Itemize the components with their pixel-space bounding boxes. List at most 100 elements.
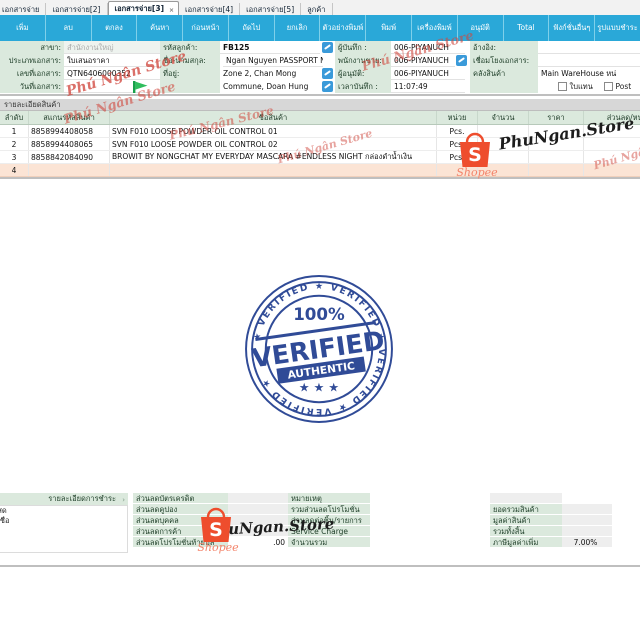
toolbar-print-button[interactable]: พิมพ์ (366, 15, 413, 41)
cell-discount[interactable] (583, 163, 640, 177)
col-header-no[interactable]: ลำดับ (0, 111, 29, 125)
discount-coupon-value[interactable] (228, 504, 288, 515)
customer-name-value[interactable]: Ngan Nguyen PASSPORT N (223, 54, 323, 67)
product-detail-grid[interactable]: ลำดับ สแกนรหัสสินค้า ชื่อสินค้า หน่วย จำ… (0, 111, 640, 179)
cell-qty[interactable] (477, 137, 529, 151)
cell-name[interactable]: SVN F010 LOOSE POWDER OIL CONTROL 02 (109, 137, 437, 151)
tab-strip[interactable]: เอกสารจ่าย เอกสารจ่าย[2] เอกสารจ่าย[3] ×… (0, 0, 640, 16)
remark-value[interactable] (370, 493, 490, 504)
col-header-discount[interactable]: ส่วนลด/หน่วย (583, 111, 640, 125)
col-header-price[interactable]: ราคา (528, 111, 584, 125)
doctype-value[interactable]: ใบเสนอราคา (64, 54, 160, 67)
toolbar-next-button[interactable]: ถัดไป (229, 15, 275, 41)
col-header-code[interactable]: สแกนรหัสสินค้า (28, 111, 110, 125)
edit-pen-icon-customer[interactable] (322, 42, 333, 53)
col-header-name[interactable]: ชื่อสินค้า (109, 111, 437, 125)
toolbar-print-preview-button[interactable]: ตัวอย่างพิมพ์ (320, 15, 367, 41)
discount-promotion-value[interactable]: .00 (228, 537, 288, 548)
recorder-value[interactable]: 006-PIYANUCH (391, 41, 465, 54)
warehouse-label: คลังสินค้า (470, 67, 538, 80)
goods-value-value[interactable] (562, 515, 612, 526)
toolbar-previous-button[interactable]: ก่อนหน้า (183, 15, 229, 41)
discount-personal-value[interactable] (228, 515, 288, 526)
subtotal-value[interactable] (562, 504, 612, 515)
substitute-label: ใบแทน (569, 82, 593, 91)
cell-discount[interactable] (583, 137, 640, 151)
cell-qty[interactable] (477, 150, 529, 164)
cell-price[interactable] (528, 163, 584, 177)
cell-code[interactable]: 8858994408065 (28, 137, 110, 151)
address-value-line1[interactable]: Zone 2, Chan Mong (220, 67, 320, 80)
branch-value[interactable]: สำนักงานใหญ่ (64, 41, 160, 54)
cell-name[interactable] (109, 163, 437, 177)
table-row[interactable]: 3 8858842084090 BROWIT BY NONGCHAT MY EV… (0, 150, 640, 164)
toolbar-other-functions-button[interactable]: ฟังก์ชั่นอื่นๆ (549, 15, 596, 41)
toolbar-confirm-button[interactable]: ตกลง (92, 15, 138, 41)
verified-authentic-stamp-watermark: ★ VERIFIED ★ VERIFIED ★ VERIFIED ★ VERIF… (245, 275, 393, 423)
per-item-discount-value[interactable] (370, 515, 490, 526)
docno-value[interactable]: QTN6406000352 (64, 67, 160, 80)
cell-code[interactable]: 8858994408058 (28, 124, 110, 138)
approver-value[interactable]: 006-PIYANUCH (391, 67, 465, 80)
toolbar-total-button[interactable]: Total (504, 15, 550, 41)
cell-unit[interactable] (436, 163, 478, 177)
vat-percent-value[interactable]: 7.00% (562, 537, 612, 548)
table-row[interactable]: 1 8858994408058 SVN F010 LOOSE POWDER OI… (0, 124, 640, 138)
checkbox-icon[interactable] (604, 82, 613, 91)
customer-code-value[interactable]: FB125 (220, 41, 320, 54)
post-checkbox[interactable]: Post (604, 80, 640, 93)
discount-credit-card-value[interactable] (228, 493, 288, 504)
cell-discount[interactable] (583, 150, 640, 164)
cell-name[interactable]: BROWIT BY NONGCHAT MY EVERYDAY MASCARA #… (109, 150, 437, 164)
cell-name[interactable]: SVN F010 LOOSE POWDER OIL CONTROL 01 (109, 124, 437, 138)
service-charge-value[interactable] (370, 526, 490, 537)
table-row[interactable]: 2 8858994408065 SVN F010 LOOSE POWDER OI… (0, 137, 640, 151)
payment-item-cash[interactable]: เงินสด (0, 506, 127, 516)
cell-price[interactable] (528, 124, 584, 138)
salesman-value[interactable]: 006-PIYANUCH (391, 54, 455, 67)
col-header-qty[interactable]: จำนวน (477, 111, 529, 125)
cell-unit[interactable]: Pcs. (436, 124, 478, 138)
link-document-label: เชื่อมโยงเอกสาร: (470, 54, 538, 67)
payment-method-list[interactable]: เงินสด เงินเชื่อ (0, 505, 128, 553)
address-value-line2[interactable]: Commune, Doan Hung (220, 80, 320, 93)
summary-value-column (370, 493, 490, 548)
edit-pen-icon-address[interactable] (322, 68, 333, 79)
link-document-value[interactable] (538, 54, 640, 67)
cell-qty[interactable] (477, 124, 529, 138)
toolbar-approve-button[interactable]: อนุมัติ (458, 15, 504, 41)
discount-trade-value[interactable] (228, 526, 288, 537)
toolbar-add-button[interactable]: เพิ่ม (0, 15, 46, 41)
total-quantity-value[interactable] (370, 537, 490, 548)
col-header-unit[interactable]: หน่วย (436, 111, 478, 125)
record-time-value[interactable]: 11:07:49 (391, 80, 465, 93)
toolbar-search-button[interactable]: ค้นหา (137, 15, 184, 41)
cell-unit[interactable]: Pcs. (436, 150, 478, 164)
cell-code[interactable] (28, 163, 110, 177)
cell-price[interactable] (528, 150, 584, 164)
cell-unit[interactable]: Pcs. (436, 137, 478, 151)
grand-total-value-column: 7.00% (562, 493, 612, 548)
grand-total-value[interactable] (562, 526, 612, 537)
cell-code[interactable]: 8858842084090 (28, 150, 110, 164)
tab-label: เอกสารจ่าย[2] (52, 5, 101, 14)
cell-price[interactable] (528, 137, 584, 151)
total-promo-discount-value[interactable] (370, 504, 490, 515)
toolbar-printer-button[interactable]: เครื่องพิมพ์ (412, 15, 458, 41)
payment-details-title[interactable]: รายละเอียดการชำระ › (0, 493, 128, 505)
toolbar-payment-mode-button[interactable]: รูปแบบชำระ (595, 15, 640, 41)
toolbar-delete-button[interactable]: ลบ (46, 15, 92, 41)
warehouse-spacer (470, 80, 538, 93)
checkbox-icon[interactable] (558, 82, 567, 91)
substitute-checkbox[interactable]: ใบแทน (558, 80, 602, 93)
table-row-new[interactable]: 4 (0, 163, 640, 177)
tab-document-3-active[interactable]: เอกสารจ่าย[3] × (107, 1, 180, 16)
cell-discount[interactable] (583, 124, 640, 138)
warehouse-value[interactable]: Main WareHouse หน่ (538, 67, 640, 80)
edit-pen-icon-approver[interactable] (322, 81, 333, 92)
toolbar-cancel-button[interactable]: ยกเลิก (275, 15, 321, 41)
edit-pen-icon-link-doc[interactable] (456, 55, 467, 66)
cell-qty[interactable] (477, 163, 529, 177)
payment-item-credit[interactable]: เงินเชื่อ (0, 516, 127, 526)
reference-value[interactable] (538, 41, 640, 54)
